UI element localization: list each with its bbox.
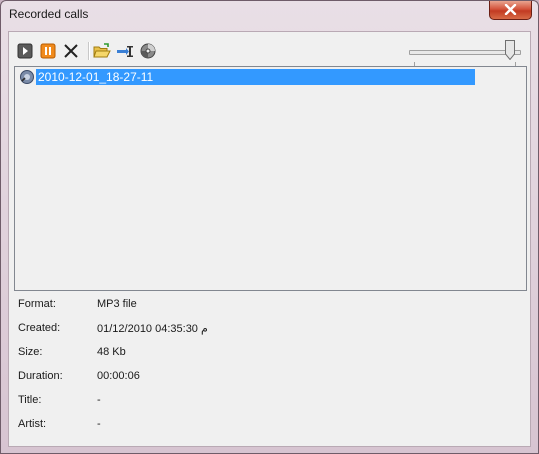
- pause-icon: [40, 43, 56, 59]
- recorded-calls-window: Recorded calls 2010-12-01_18-27-11 Forma…: [0, 0, 539, 454]
- recordings-list[interactable]: 2010-12-01_18-27-11: [14, 66, 527, 291]
- volume-slider[interactable]: [409, 40, 525, 66]
- detail-value: 48 Kb: [97, 346, 126, 358]
- window-title: Recorded calls: [9, 7, 89, 21]
- detail-label: Size:: [18, 346, 43, 358]
- delete-button[interactable]: [62, 42, 80, 60]
- detail-value: MP3 file: [97, 298, 137, 310]
- toolbar-separator: [88, 42, 90, 60]
- list-item-label: 2010-12-01_18-27-11: [36, 69, 475, 85]
- detail-label: Artist:: [18, 418, 47, 430]
- close-button[interactable]: [489, 1, 532, 20]
- play-button[interactable]: [16, 42, 34, 60]
- slider-thumb[interactable]: [505, 40, 515, 60]
- detail-label: Created:: [18, 322, 61, 334]
- client-area: 2010-12-01_18-27-11 Format: MP3 file Cre…: [8, 31, 531, 447]
- detail-label: Format:: [18, 298, 56, 310]
- close-icon: [504, 4, 517, 15]
- play-icon: [17, 43, 33, 59]
- export-icon: [117, 46, 133, 57]
- detail-label: Duration:: [18, 370, 63, 382]
- detail-value: 00:00:06: [97, 370, 140, 382]
- burn-button[interactable]: [139, 42, 157, 60]
- detail-value: 01/12/2010 04:35:30 م: [97, 323, 208, 335]
- export-button[interactable]: [116, 42, 134, 60]
- open-folder-button[interactable]: [93, 42, 111, 60]
- detail-value: -: [97, 394, 101, 406]
- disc-icon: [140, 43, 156, 59]
- delete-icon: [64, 44, 78, 58]
- list-item[interactable]: 2010-12-01_18-27-11: [19, 69, 475, 85]
- recording-icon: [20, 70, 34, 84]
- open-folder-icon: [93, 43, 111, 58]
- pause-button[interactable]: [39, 42, 57, 60]
- detail-value: -: [97, 418, 101, 430]
- title-bar[interactable]: Recorded calls: [1, 1, 538, 29]
- detail-label: Title:: [18, 394, 42, 406]
- toolbar: [9, 32, 530, 66]
